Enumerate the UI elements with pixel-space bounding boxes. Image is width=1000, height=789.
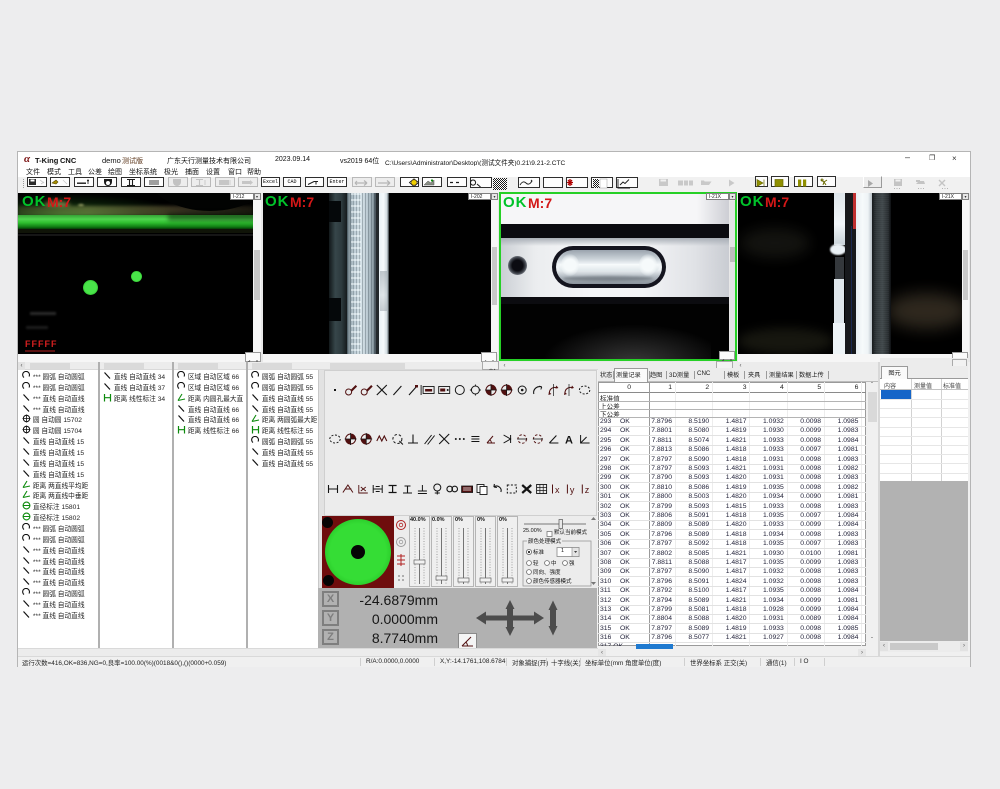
svg-text:y: y [570,485,575,495]
svg-text:x: x [555,485,560,495]
svg-text:A: A [565,435,573,447]
svg-text:z: z [585,485,590,495]
